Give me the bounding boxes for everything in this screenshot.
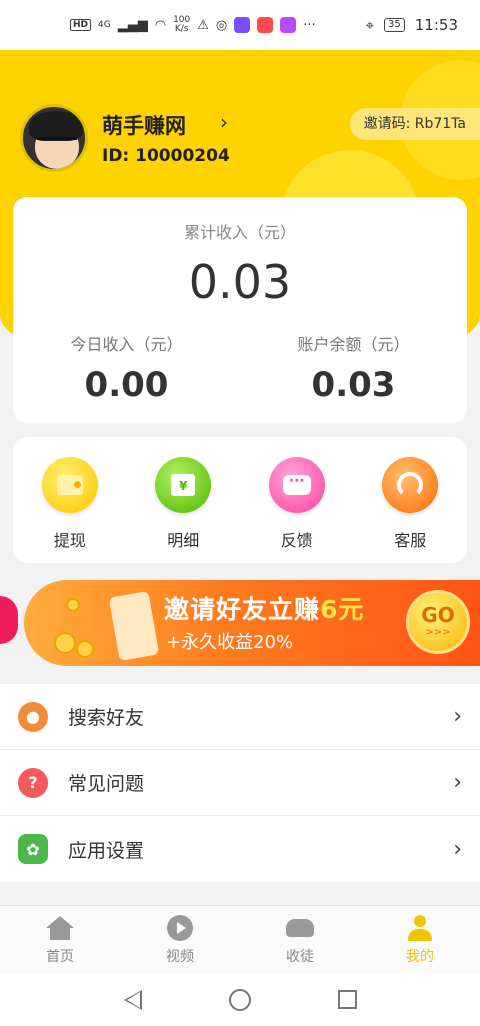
hd-indicator: HD	[70, 19, 92, 31]
tab-label: 收徒	[286, 949, 314, 965]
location-icon: ⌖	[365, 16, 375, 34]
action-label: 明细	[167, 531, 200, 550]
tab-label: 首页	[46, 949, 74, 965]
user-id: ID: 10000204	[102, 146, 230, 166]
app-notification-icon	[234, 17, 251, 33]
chevron-right-icon: ›	[453, 770, 462, 795]
coin-icon	[66, 598, 80, 612]
invite-code-badge[interactable]: 邀请码: Rb71Ta	[349, 108, 480, 140]
system-navigation-bar	[0, 973, 480, 1026]
today-income-value: 0.00	[84, 365, 169, 405]
tab-label: 视频	[166, 949, 194, 965]
app-notification-icon	[280, 17, 297, 33]
clock: 11:53	[414, 16, 458, 34]
feedback-button[interactable]: ··· 反馈	[240, 437, 354, 563]
floating-side-tab[interactable]	[0, 596, 18, 644]
status-bar: HD 4G ▂▄▆ ◠ 100 K/s ⚠ ◎ ··· ⌖ 35 11:53	[0, 0, 480, 50]
account-balance-label: 账户余额（元）	[297, 335, 410, 354]
bottom-tab-bar: 首页 视频 收徒 我的	[0, 905, 480, 973]
total-income-value: 0.03	[188, 255, 292, 309]
action-label: 提现	[53, 531, 86, 550]
today-income: 今日收入（元） 0.00	[13, 331, 240, 405]
avatar[interactable]	[20, 104, 88, 172]
home-button-icon[interactable]	[228, 988, 251, 1011]
menu-item-faq[interactable]: ? 常见问题 ›	[0, 750, 480, 816]
question-icon: ?	[18, 767, 48, 798]
account-balance: 账户余额（元） 0.03	[240, 331, 467, 405]
user-icon	[406, 914, 434, 942]
gear-icon: ✿	[18, 834, 48, 864]
headset-icon	[382, 457, 439, 513]
calendar-icon: ¥	[155, 457, 212, 513]
network-type: 4G	[98, 19, 111, 30]
menu-item-search-friends[interactable]: ● 搜索好友 ›	[0, 684, 480, 750]
tab-recruit[interactable]: 收徒	[240, 906, 360, 973]
menu-item-label: 常见问题	[68, 773, 145, 795]
chevron-right-icon: ›	[453, 704, 462, 729]
menu-item-label: 搜索好友	[68, 707, 145, 729]
play-icon	[166, 914, 194, 942]
back-icon[interactable]	[123, 989, 142, 1010]
person-icon: ●	[18, 701, 48, 732]
recents-icon[interactable]	[337, 990, 357, 1009]
menu-item-app-settings[interactable]: ✿ 应用设置 ›	[0, 816, 480, 882]
handshake-icon	[286, 914, 314, 942]
go-button[interactable]: GO >>>	[406, 590, 470, 654]
action-label: 客服	[394, 531, 427, 550]
account-balance-value: 0.03	[311, 365, 396, 405]
chevron-right-icon[interactable]: ›	[220, 110, 228, 134]
app-notification-icon	[257, 17, 274, 33]
go-arrows: >>>	[425, 627, 451, 638]
network-speed: 100 K/s	[173, 16, 190, 34]
username[interactable]: 萌手赚网	[102, 110, 186, 140]
signal-icon: ▂▄▆	[117, 17, 148, 33]
banner-title: 邀请好友立赚6元	[164, 590, 364, 626]
wifi-icon: ◠	[154, 17, 167, 33]
tab-home[interactable]: 首页	[0, 906, 120, 973]
coin-icon	[76, 640, 94, 658]
battery-indicator: 35	[384, 18, 405, 32]
home-icon	[46, 914, 74, 942]
tab-label: 我的	[406, 949, 434, 965]
coin-icon	[54, 632, 76, 654]
tab-video[interactable]: 视频	[120, 906, 240, 973]
details-button[interactable]: ¥ 明细	[127, 437, 241, 563]
withdraw-button[interactable]: 提现	[13, 437, 127, 563]
more-notifications: ···	[303, 17, 316, 33]
wallet-icon	[41, 457, 98, 513]
banner-illustration	[54, 588, 160, 661]
quick-actions: 提现 ¥ 明细 ··· 反馈 客服	[13, 437, 467, 563]
banner-title-main: 邀请好友立赚	[164, 595, 321, 624]
go-label: GO	[421, 603, 455, 627]
warning-icon: ⚠	[197, 17, 209, 33]
speed-unit: K/s	[174, 24, 189, 34]
avatar-glasses	[37, 137, 77, 147]
customer-service-button[interactable]: 客服	[354, 437, 468, 563]
invite-banner[interactable]: 邀请好友立赚6元 +永久收益20% GO >>>	[24, 580, 480, 666]
chevron-right-icon: ›	[453, 836, 462, 862]
action-label: 反馈	[280, 531, 313, 550]
banner-title-amount: 6元	[320, 595, 365, 624]
tab-mine[interactable]: 我的	[360, 906, 480, 973]
settings-list: ● 搜索好友 › ? 常见问题 › ✿ 应用设置 ›	[0, 684, 480, 882]
total-income-label: 累计收入（元）	[183, 223, 296, 242]
earnings-card: 累计收入（元） 0.03 今日收入（元） 0.00 账户余额（元） 0.03	[13, 197, 467, 423]
banner-subtitle: +永久收益20%	[166, 632, 294, 653]
phone-illustration	[108, 591, 160, 661]
wechat-icon: ◎	[215, 17, 228, 33]
chat-icon: ···	[268, 457, 325, 513]
today-income-label: 今日收入（元）	[70, 335, 183, 354]
menu-item-label: 应用设置	[68, 839, 145, 862]
